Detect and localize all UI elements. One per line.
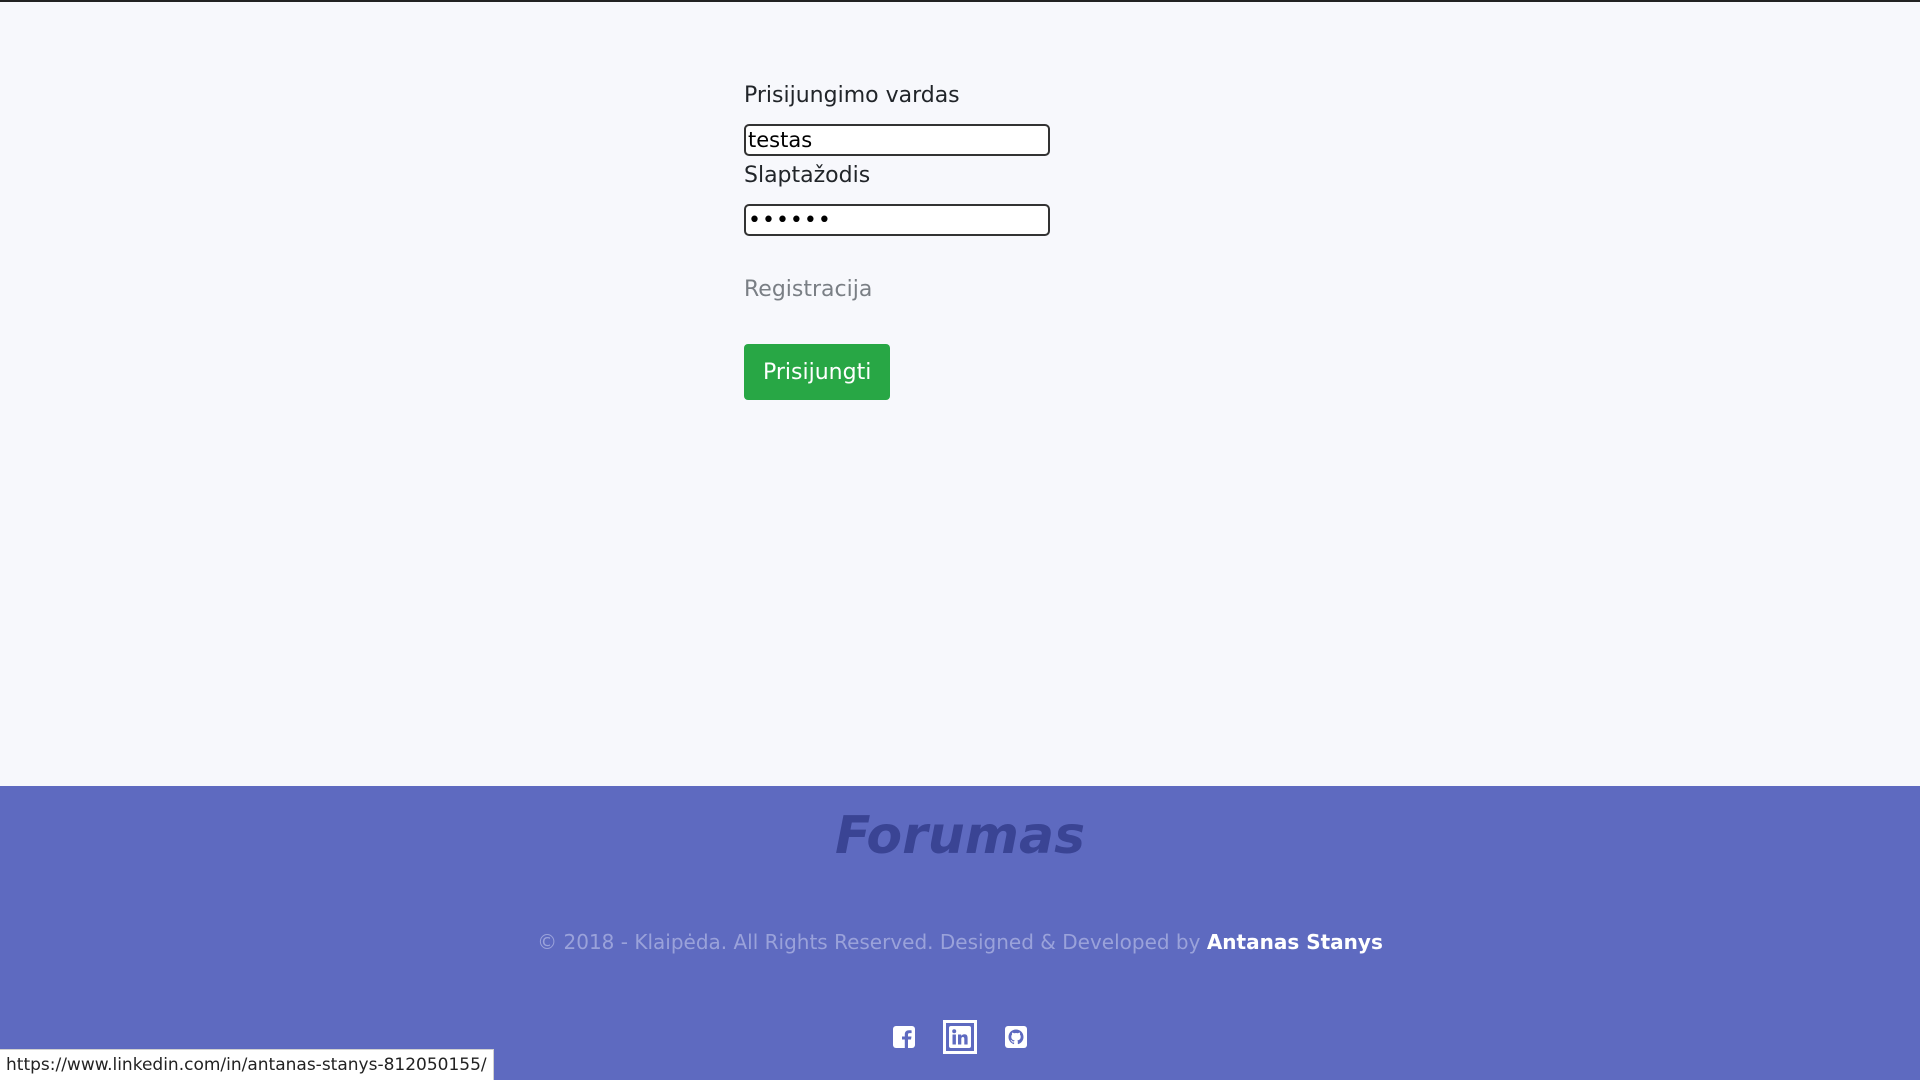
footer-brand: Forumas <box>834 806 1086 866</box>
status-bar-url: https://www.linkedin.com/in/antanas-stan… <box>0 1049 494 1080</box>
username-input[interactable] <box>744 124 1050 156</box>
password-input[interactable] <box>744 204 1050 236</box>
footer: Forumas © 2018 - Klaipėda. All Rights Re… <box>0 786 1920 1080</box>
top-border <box>0 0 1920 2</box>
register-link[interactable]: Registracija <box>744 274 1054 306</box>
copyright-text: © 2018 - Klaipėda. All Rights Reserved. … <box>537 930 1201 954</box>
github-icon[interactable] <box>999 1020 1033 1054</box>
footer-copyright: © 2018 - Klaipėda. All Rights Reserved. … <box>0 928 1920 956</box>
username-label: Prisijungimo vardas <box>744 83 960 108</box>
login-button[interactable]: Prisijungti <box>744 344 891 400</box>
password-label: Slaptažodis <box>744 163 871 188</box>
linkedin-icon[interactable] <box>943 1020 977 1054</box>
facebook-icon[interactable] <box>887 1020 921 1054</box>
login-form: Prisijungimo vardas Slaptažodis Registra… <box>744 80 1054 400</box>
author-link[interactable]: Antanas Stanys <box>1207 930 1383 954</box>
